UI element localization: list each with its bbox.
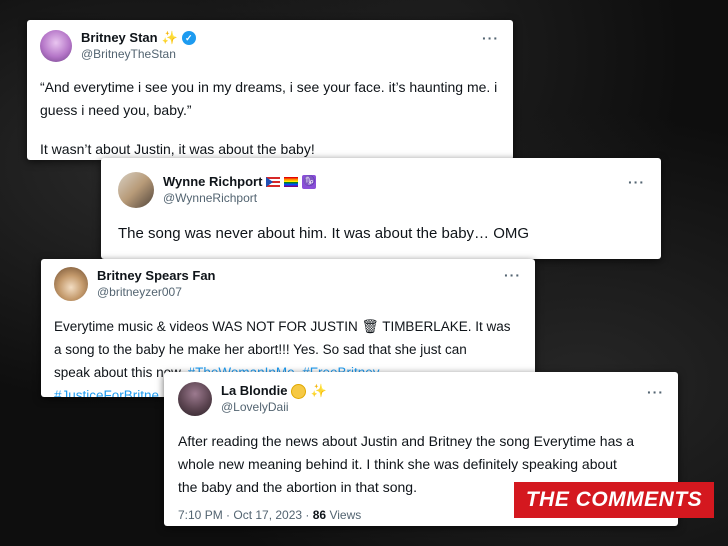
user-handle[interactable]: @BritneyTheStan <box>81 46 196 62</box>
rainbow-flag-icon <box>284 177 299 187</box>
avatar[interactable] <box>178 382 212 416</box>
tweet-line: It wasn’t about Justin, it was about the… <box>40 141 315 157</box>
display-name[interactable]: Britney Spears Fan <box>97 268 216 284</box>
avatar[interactable] <box>40 30 72 62</box>
display-name[interactable]: Wynne Richport <box>163 174 262 190</box>
user-handle[interactable]: @LovelyDaii <box>221 399 327 415</box>
tweet-line: “And everytime i see you in my dreams, i… <box>40 79 498 95</box>
tweet-line: guess i need you, baby.” <box>40 102 192 118</box>
tweet-line: a song to the baby he make her abort!!! … <box>54 342 467 357</box>
more-options-icon[interactable]: ··· <box>504 267 521 283</box>
tweet-card-britney-stan[interactable]: Britney Stan ✨ ✓ @BritneyTheStan ··· “And … <box>27 20 513 160</box>
user-handle[interactable]: @WynneRichport <box>163 190 316 206</box>
tweet-line: whole new meaning behind it. I think she… <box>178 456 617 472</box>
verified-badge-icon: ✓ <box>181 31 196 45</box>
hashtag-link[interactable]: #JusticeForBritne <box>54 388 159 397</box>
the-comments-banner: THE COMMENTS <box>514 482 714 518</box>
tweet-meta: 7:10 PM · Oct 17, 2023 · 86 Views <box>178 508 361 522</box>
views-label: Views <box>329 508 362 522</box>
capricorn-icon: ♑ <box>302 175 317 189</box>
blonde-person-icon <box>291 383 307 399</box>
views-count: 86 <box>312 508 327 522</box>
tweet-card-wynne-richport[interactable]: Wynne Richport ♑ @WynneRichport ··· The … <box>101 158 661 259</box>
user-handle[interactable]: @britneyzer007 <box>97 284 216 300</box>
avatar[interactable] <box>118 172 154 208</box>
tweet-text: The song was never about him. It was abo… <box>118 225 530 242</box>
tweet-text: “And everytime i see you in my dreams, i… <box>40 76 497 160</box>
more-options-icon[interactable]: ··· <box>647 384 664 400</box>
tweet-line: After reading the news about Justin and … <box>178 433 635 449</box>
avatar[interactable] <box>54 267 88 301</box>
more-options-icon[interactable]: ··· <box>628 174 645 190</box>
puerto-rico-flag-icon <box>266 177 281 187</box>
more-options-icon[interactable]: ··· <box>482 30 499 46</box>
display-name[interactable]: Britney Stan <box>81 30 158 46</box>
tweet-line: Everytime music & videos WAS NOT FOR JUS… <box>54 319 511 334</box>
timestamp[interactable]: 7:10 PM · Oct 17, 2023 · <box>178 508 309 522</box>
display-name[interactable]: La Blondie <box>221 383 287 399</box>
sparkles-icon: ✨ <box>310 383 327 398</box>
sparkles-icon: ✨ <box>161 30 178 45</box>
